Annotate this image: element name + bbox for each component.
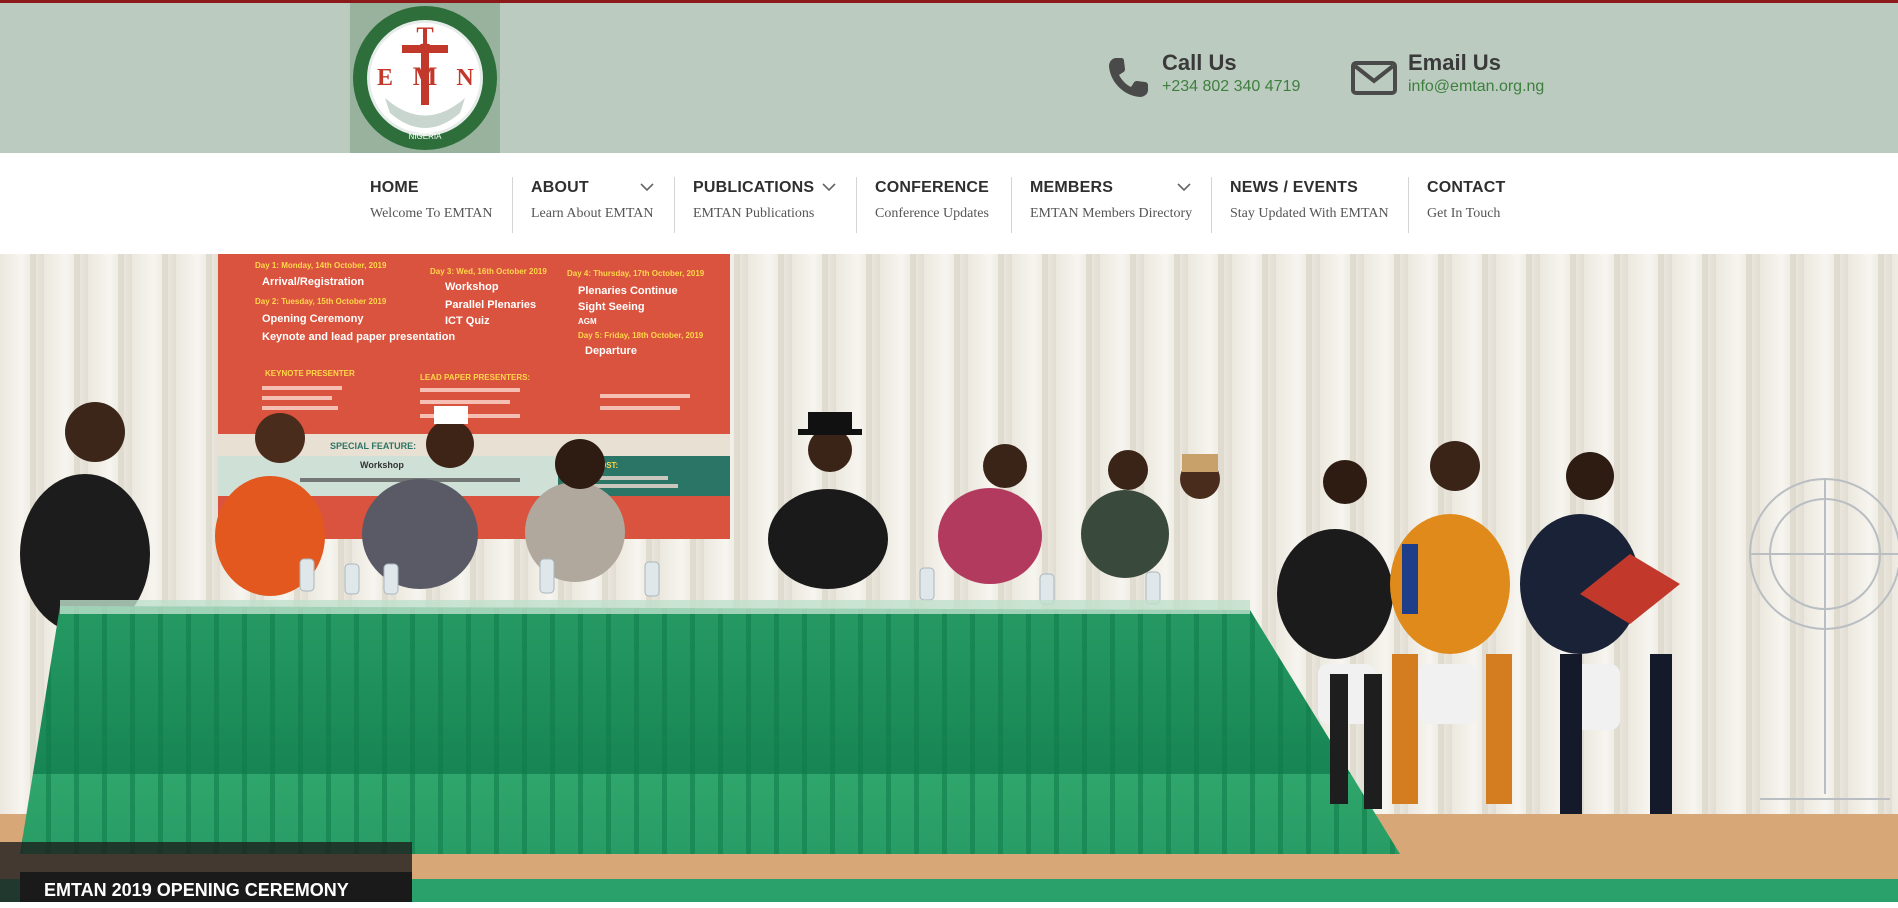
banner-departure: Departure — [585, 345, 637, 357]
banner-arrival: Arrival/Registration — [262, 276, 364, 288]
banner-day5: Day 5: Friday, 18th October, 2019 — [578, 331, 704, 340]
chevron-down-icon — [1177, 183, 1191, 192]
nav-conference-label: CONFERENCE — [875, 179, 990, 196]
hero-slider[interactable]: Day 1: Monday, 14th October, 2019 Arriva… — [0, 254, 1898, 902]
banner-sight-seeing: Sight Seeing — [578, 301, 645, 313]
logo-bottom-text: NIGERIA — [409, 132, 443, 141]
nav-publications-subtitle: EMTAN Publications — [693, 206, 815, 221]
banner-day1: Day 1: Monday, 14th October, 2019 — [255, 261, 387, 270]
nav-item-news-events[interactable]: NEWS / EVENTS Stay Updated With EMTAN — [1211, 177, 1408, 233]
slide-caption-box: EMTAN 2019 OPENING CEREMONY — [0, 842, 412, 902]
call-us-title: Call Us — [1162, 50, 1237, 75]
slide-caption[interactable]: EMTAN 2019 OPENING CEREMONY — [20, 872, 412, 902]
banner-plenaries: Plenaries Continue — [578, 285, 678, 297]
banner-ict-quiz: ICT Quiz — [445, 315, 490, 327]
banner-parallel: Parallel Plenaries — [445, 299, 536, 311]
site-header — [0, 3, 1898, 153]
banner-opening: Opening Ceremony — [262, 313, 364, 325]
banner-day3: Day 3: Wed, 16th October 2019 — [430, 267, 547, 276]
email-us-block: Email Us info@emtan.org.ng — [1350, 50, 1544, 102]
logo-letter-e: E — [377, 65, 393, 91]
envelope-icon — [1351, 61, 1397, 95]
nav-conference-subtitle: Conference Updates — [875, 206, 989, 221]
email-us-title: Email Us — [1408, 50, 1501, 75]
nav-members-subtitle: EMTAN Members Directory — [1030, 206, 1193, 221]
banner-keynote-presenter: KEYNOTE PRESENTER — [265, 369, 355, 378]
main-navigation: HOME Welcome To EMTAN ABOUT Learn About … — [0, 153, 1898, 254]
chevron-down-icon — [822, 183, 836, 192]
nav-contact-subtitle: Get In Touch — [1427, 206, 1501, 221]
phone-number[interactable]: +234 802 340 4719 — [1162, 76, 1300, 98]
nav-item-home[interactable]: HOME Welcome To EMTAN — [352, 177, 512, 233]
banner-workshop: Workshop — [445, 281, 499, 293]
nav-home-label: HOME — [370, 179, 419, 196]
banner-workshop-feature: Workshop — [360, 460, 404, 470]
banner-day2: Day 2: Tuesday, 15th October 2019 — [255, 297, 387, 306]
site-logo[interactable]: T E M N NIGERIA — [350, 3, 500, 153]
logo-letter-n: N — [456, 65, 474, 91]
banner-lead-presenters: LEAD PAPER PRESENTERS: — [420, 373, 530, 382]
hero-photo: Day 1: Monday, 14th October, 2019 Arriva… — [0, 254, 1898, 902]
nav-item-about[interactable]: ABOUT Learn About EMTAN — [512, 177, 674, 233]
nav-contact-label: CONTACT — [1427, 179, 1506, 196]
phone-icon — [1109, 58, 1148, 97]
chevron-down-icon — [640, 183, 654, 192]
banner-day4: Day 4: Thursday, 17th October, 2019 — [567, 269, 705, 278]
nav-home-subtitle: Welcome To EMTAN — [370, 206, 493, 221]
call-us-block: Call Us +234 802 340 4719 — [1104, 50, 1300, 102]
banner-keynote: Keynote and lead paper presentation — [262, 331, 455, 343]
email-address[interactable]: info@emtan.org.ng — [1408, 76, 1544, 98]
nav-item-contact[interactable]: CONTACT Get In Touch — [1408, 177, 1558, 233]
banner-agm: AGM — [578, 317, 597, 326]
nav-item-members[interactable]: MEMBERS EMTAN Members Directory — [1011, 177, 1211, 233]
nav-news-events-label: NEWS / EVENTS — [1230, 179, 1358, 196]
nav-item-publications[interactable]: PUBLICATIONS EMTAN Publications — [674, 177, 856, 233]
nav-news-events-subtitle: Stay Updated With EMTAN — [1230, 206, 1389, 221]
nav-item-conference[interactable]: CONFERENCE Conference Updates — [856, 177, 1011, 233]
nav-about-subtitle: Learn About EMTAN — [531, 206, 654, 221]
banner-special-feature: SPECIAL FEATURE: — [330, 441, 416, 451]
